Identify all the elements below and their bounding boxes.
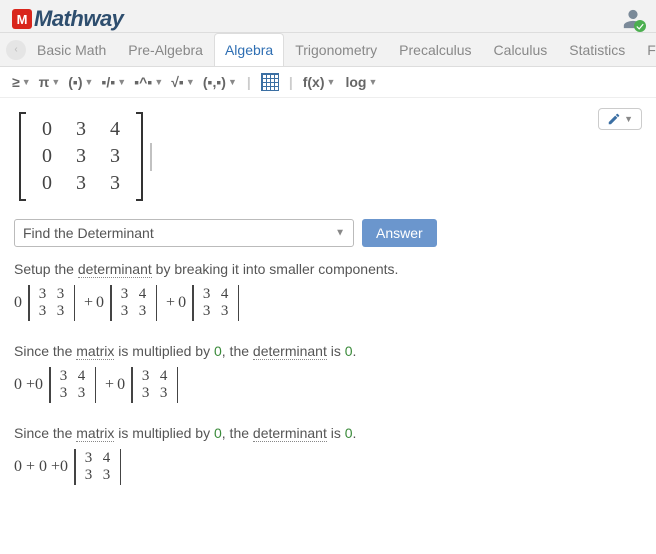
toolbar-item[interactable]: ≥▼ [12,74,31,90]
chevron-down-icon: ▼ [154,77,163,87]
step-explanation: Setup the determinant by breaking it int… [14,261,642,277]
toolbar-item[interactable]: (▪)▼ [68,74,93,90]
math-expression: 0 + 0 + 03433 [14,449,642,485]
tab-calculus[interactable]: Calculus [483,33,559,66]
logo-badge-icon: M [12,9,32,29]
toolbar-item[interactable]: ▪^▪▼ [134,74,163,90]
account-icon[interactable] [622,8,644,30]
determinant-2x2: 3433 [74,449,121,485]
chevron-down-icon: ▼ [228,77,237,87]
matrix-grid-icon[interactable] [261,73,279,91]
matrix-cell: 0 [30,118,64,141]
edit-steps-button[interactable]: ▼ [598,108,642,130]
matrix-cell: 4 [98,118,132,141]
input-matrix[interactable]: 034033033 [16,112,152,201]
fx-label: f(x) [303,74,325,90]
text-cursor-icon [150,143,152,171]
chevron-down-icon: ▼ [85,77,94,87]
tab-trigonometry[interactable]: Trigonometry [284,33,388,66]
matrix-cell: 3 [64,118,98,141]
glossary-term[interactable]: determinant [253,343,327,360]
glossary-term[interactable]: determinant [78,261,152,278]
chevron-down-icon: ▼ [327,77,336,87]
answer-button[interactable]: Answer [362,219,437,247]
matrix-cell: 3 [98,145,132,168]
toolbar-item[interactable]: √▪▼ [171,74,195,90]
determinant-2x2: 3333 [28,285,75,321]
toolbar-item[interactable]: (▪,▪)▼ [203,74,237,90]
logo[interactable]: M Mathway [12,6,123,32]
step-explanation: Since the matrix is multiplied by 0, the… [14,343,642,359]
chevron-down-icon: ▼ [186,77,195,87]
toolbar-separator: | [247,74,251,90]
math-expression: 0 + 03433+03433 [14,367,642,403]
tab-finite-math[interactable]: Finite Math [636,33,656,66]
fx-button[interactable]: f(x)▼ [303,74,336,90]
glossary-term[interactable]: matrix [76,343,114,360]
determinant-2x2: 3433 [110,285,157,321]
subject-tabs: ‹ Basic MathPre-AlgebraAlgebraTrigonomet… [0,33,656,67]
chevron-down-icon: ▼ [51,77,60,87]
determinant-2x2: 3433 [131,367,178,403]
toolbar-separator: | [289,74,293,90]
verified-check-icon [634,20,646,32]
log-label: log [345,74,366,90]
matrix-cell: 3 [64,145,98,168]
determinant-2x2: 3433 [49,367,96,403]
toolbar-item[interactable]: ▪/▪▼ [101,74,126,90]
chevron-down-icon: ▼ [117,77,126,87]
tab-basic-math[interactable]: Basic Math [26,33,117,66]
matrix-cell: 3 [98,172,132,195]
tab-pre-algebra[interactable]: Pre-Algebra [117,33,214,66]
matrix-cell: 3 [64,172,98,195]
glossary-term[interactable]: matrix [76,425,114,442]
toolbar-item[interactable]: π▼ [39,74,61,90]
step-explanation: Since the matrix is multiplied by 0, the… [14,425,642,441]
chevron-down-icon: ▼ [22,77,31,87]
pencil-icon [607,112,621,126]
matrix-cell: 0 [30,145,64,168]
tab-algebra[interactable]: Algebra [214,33,284,66]
log-button[interactable]: log▼ [345,74,377,90]
chevron-down-icon: ▼ [335,228,345,239]
chevron-down-icon: ▼ [368,77,377,87]
tab-statistics[interactable]: Statistics [558,33,636,66]
glossary-term[interactable]: determinant [253,425,327,442]
math-toolbar: ≥▼π▼(▪)▼▪/▪▼▪^▪▼√▪▼(▪,▪)▼ | | f(x)▼ log▼ [0,67,656,98]
chevron-down-icon: ▼ [624,114,633,124]
matrix-cell: 0 [30,172,64,195]
operation-selected-label: Find the Determinant [23,225,154,241]
tab-precalculus[interactable]: Precalculus [388,33,482,66]
tabs-prev-icon[interactable]: ‹ [6,40,26,60]
math-expression: 03333+03433+03433 [14,285,642,321]
logo-text: Mathway [34,6,123,32]
operation-select[interactable]: Find the Determinant ▼ [14,219,354,247]
determinant-2x2: 3433 [192,285,239,321]
